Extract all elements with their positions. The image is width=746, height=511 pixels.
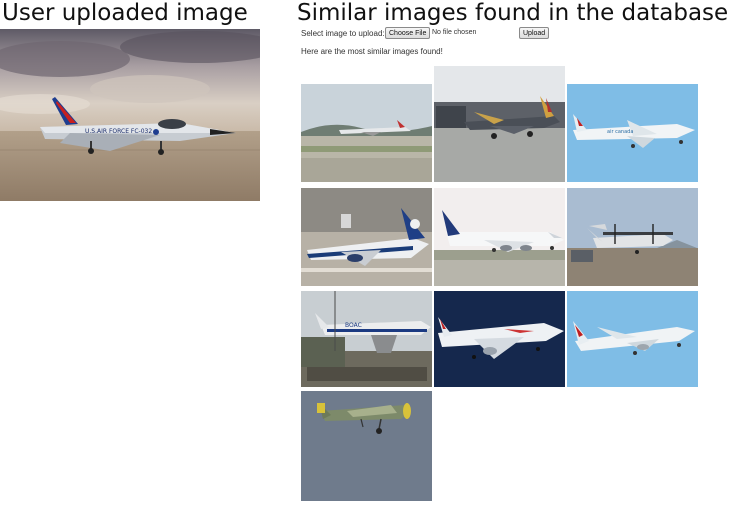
upload-button[interactable]: Upload — [519, 27, 550, 39]
result-image-4[interactable] — [301, 188, 432, 286]
airliner-landing-photo-icon — [301, 84, 432, 182]
result-image-7[interactable]: BOAC — [301, 291, 432, 387]
similar-images-heading: Similar images found in the database — [297, 0, 729, 26]
airliner-ground-photo-icon — [301, 188, 432, 286]
turboprop-photo-icon — [567, 188, 698, 286]
fighter-jet-photo-icon — [434, 66, 565, 182]
choose-file-button[interactable]: Choose File — [385, 27, 431, 39]
result-image-2[interactable] — [434, 66, 565, 182]
regional-jet-photo-icon: air canada — [567, 84, 698, 182]
result-image-3[interactable]: air canada — [567, 84, 698, 182]
fighter-jet-photo-icon: U.S.AIR FORCE FC-032 — [0, 29, 260, 201]
file-status: No file chosen — [432, 29, 477, 36]
svg-text:BOAC: BOAC — [345, 322, 362, 329]
svg-text:U.S.AIR FORCE FC-032: U.S.AIR FORCE FC-032 — [85, 128, 152, 135]
result-image-5[interactable] — [434, 188, 565, 286]
uploaded-image: U.S.AIR FORCE FC-032 — [0, 29, 260, 201]
jumbo-jet-photo-icon — [434, 188, 565, 286]
result-image-6[interactable] — [567, 188, 698, 286]
result-image-1[interactable] — [301, 84, 432, 182]
svg-text:air canada: air canada — [607, 129, 633, 135]
result-image-9[interactable] — [567, 291, 698, 387]
warbird-photo-icon — [301, 391, 432, 501]
airliner-night-photo-icon — [434, 291, 565, 387]
uploaded-image-heading: User uploaded image — [2, 0, 248, 26]
regional-jet-photo-icon — [567, 291, 698, 387]
result-image-8[interactable] — [434, 291, 565, 387]
vintage-airliner-photo-icon: BOAC — [301, 291, 432, 387]
result-image-10[interactable] — [301, 391, 432, 501]
upload-label: Select image to upload: — [301, 29, 385, 38]
results-message: Here are the most similar images found! — [301, 47, 443, 56]
